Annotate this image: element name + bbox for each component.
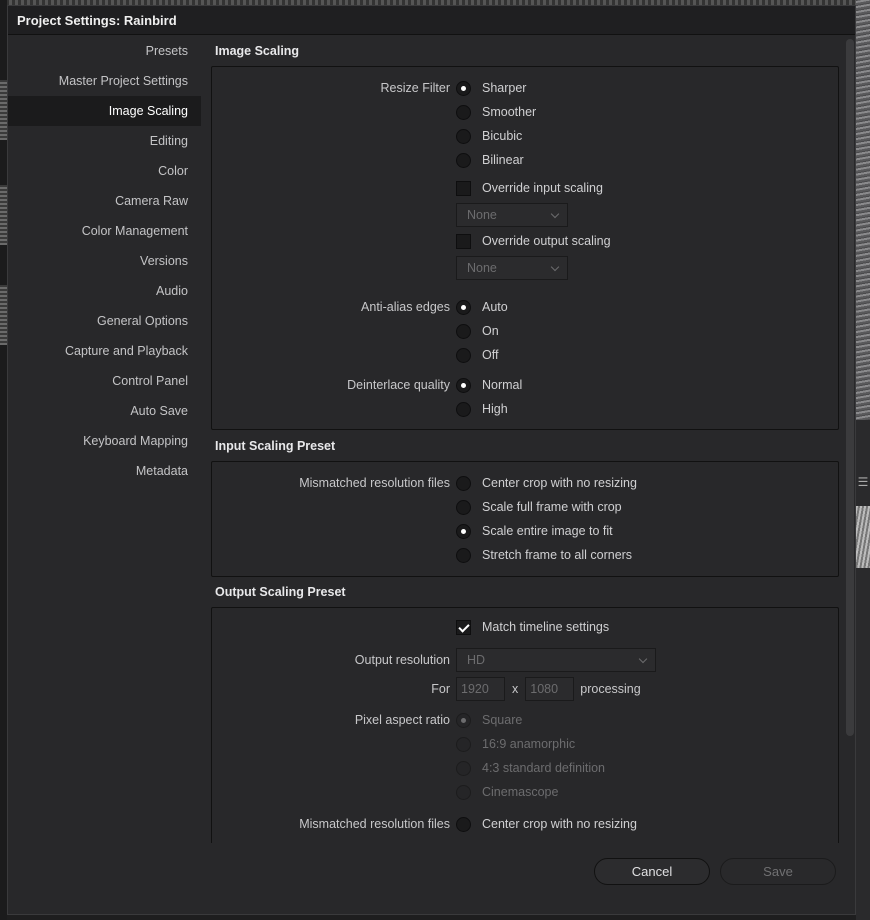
match-timeline-settings-label[interactable]: Match timeline settings [482,620,609,634]
input-scaling-option[interactable]: Center crop with no resizing [482,476,637,490]
output-width-field[interactable]: 1920 [456,677,505,701]
content-scrollbar[interactable] [846,39,854,736]
dialog-title: Project Settings: Rainbird [17,12,177,28]
sidebar-item-color-management[interactable]: Color Management [8,216,201,246]
sidebar-item-image-scaling[interactable]: Image Scaling [8,96,201,126]
pixel-aspect-option[interactable]: 16:9 anamorphic [482,737,575,751]
background-thumbnail [856,506,870,568]
menu-icon[interactable]: ☰ [856,476,870,488]
resize-filter-bilinear-radio[interactable] [456,152,471,168]
output-resolution-label: Output resolution [354,653,450,667]
section-title-input-scaling-preset: Input Scaling Preset [215,439,336,453]
output-scaling-option[interactable]: Center crop with no resizing [482,817,637,831]
anti-alias-option[interactable]: Off [482,348,498,362]
section-title-image-scaling: Image Scaling [215,44,300,58]
anti-alias-option[interactable]: On [482,324,499,338]
for-label: For [431,682,450,696]
sidebar-item-presets[interactable]: Presets [8,36,201,66]
input-stretch-frame-radio[interactable] [456,547,471,563]
processing-label: processing [580,682,641,696]
sidebar-item-camera-raw[interactable]: Camera Raw [8,186,201,216]
pixel-aspect-ratio-label: Pixel aspect ratio [354,713,450,727]
output-height-field[interactable]: 1080 [525,677,575,701]
output-mismatched-resolution-label: Mismatched resolution files [299,817,450,831]
input-scaling-option[interactable]: Scale full frame with crop [482,500,622,514]
override-input-scaling-checkbox[interactable] [456,180,471,196]
output-scaling-preset-panel: Match timeline settings Output resolutio… [211,607,839,843]
pixel-aspect-anamorphic-radio[interactable] [456,736,471,752]
anti-alias-option[interactable]: Auto [482,300,508,314]
deinterlace-quality-label: Deinterlace quality [347,378,450,392]
resize-filter-sharper-radio[interactable] [456,80,471,96]
anti-alias-off-radio[interactable] [456,347,471,363]
background-viewer-image [856,0,870,420]
override-output-scaling-label[interactable]: Override output scaling [482,234,611,248]
sidebar-item-audio[interactable]: Audio [8,276,201,306]
deinterlace-normal-radio[interactable] [456,377,471,393]
resize-filter-option[interactable]: Bilinear [482,153,524,167]
cancel-button[interactable]: Cancel [594,858,710,885]
input-scaling-option[interactable]: Scale entire image to fit [482,524,613,538]
input-mismatched-resolution-label: Mismatched resolution files [299,476,450,490]
resize-filter-option[interactable]: Bicubic [482,129,522,143]
output-resolution-select[interactable]: HD [456,648,656,672]
dialog-titlebar: Project Settings: Rainbird [8,6,855,35]
input-scaling-option[interactable]: Stretch frame to all corners [482,548,632,562]
background-left-edge [0,0,7,920]
save-button[interactable]: Save [720,858,836,885]
pixel-aspect-option[interactable]: 4:3 standard definition [482,761,605,775]
output-center-crop-radio[interactable] [456,816,471,832]
pixel-aspect-sd-radio[interactable] [456,760,471,776]
resize-filter-label: Resize Filter [380,81,450,95]
sidebar-item-auto-save[interactable]: Auto Save [8,396,201,426]
resize-filter-option[interactable]: Smoother [482,105,536,119]
input-scaling-preset-panel: Mismatched resolution files Center crop … [211,461,839,577]
project-settings-dialog: Project Settings: Rainbird Presets Maste… [7,5,856,915]
pixel-aspect-square-radio[interactable] [456,712,471,728]
sidebar-item-capture-and-playback[interactable]: Capture and Playback [8,336,201,366]
settings-content[interactable]: Image Scaling Resize Filter Sharper Smoo… [211,36,839,843]
resize-filter-option[interactable]: Sharper [482,81,526,95]
sidebar-item-master-project-settings[interactable]: Master Project Settings [8,66,201,96]
sidebar-item-keyboard-mapping[interactable]: Keyboard Mapping [8,426,201,456]
override-output-scaling-select[interactable]: None [456,256,568,280]
sidebar-item-general-options[interactable]: General Options [8,306,201,336]
anti-alias-edges-label: Anti-alias edges [361,300,450,314]
resize-filter-bicubic-radio[interactable] [456,128,471,144]
deinterlace-option[interactable]: High [482,402,508,416]
output-resolution-value: HD [467,653,486,667]
pixel-aspect-cinemascope-radio[interactable] [456,784,471,800]
sidebar-item-color[interactable]: Color [8,156,201,186]
chevron-down-icon [638,654,648,664]
match-timeline-settings-checkbox[interactable] [456,619,471,635]
deinterlace-high-radio[interactable] [456,401,471,417]
resize-filter-smoother-radio[interactable] [456,104,471,120]
chevron-down-icon [550,262,560,272]
sidebar-item-control-panel[interactable]: Control Panel [8,366,201,396]
pixel-aspect-option[interactable]: Cinemascope [482,785,558,799]
input-scale-full-frame-radio[interactable] [456,499,471,515]
override-output-scaling-value: None [467,261,497,275]
background-viewer-edge: ☰ [856,0,870,920]
override-output-scaling-checkbox[interactable] [456,233,471,249]
override-input-scaling-select[interactable]: None [456,203,568,227]
deinterlace-option[interactable]: Normal [482,378,522,392]
section-title-output-scaling-preset: Output Scaling Preset [215,585,346,599]
sidebar-item-metadata[interactable]: Metadata [8,456,201,486]
sidebar-item-editing[interactable]: Editing [8,126,201,156]
override-input-scaling-label[interactable]: Override input scaling [482,181,603,195]
image-scaling-panel: Resize Filter Sharper Smoother Bicubic B… [211,66,839,430]
input-scale-entire-image-radio[interactable] [456,523,471,539]
settings-sidebar: Presets Master Project Settings Image Sc… [8,36,201,836]
override-input-scaling-value: None [467,208,497,222]
pixel-aspect-option[interactable]: Square [482,713,522,727]
sidebar-item-versions[interactable]: Versions [8,246,201,276]
anti-alias-auto-radio[interactable] [456,299,471,315]
dimension-separator: x [512,682,519,696]
input-center-crop-radio[interactable] [456,475,471,491]
chevron-down-icon [550,209,560,219]
anti-alias-on-radio[interactable] [456,323,471,339]
